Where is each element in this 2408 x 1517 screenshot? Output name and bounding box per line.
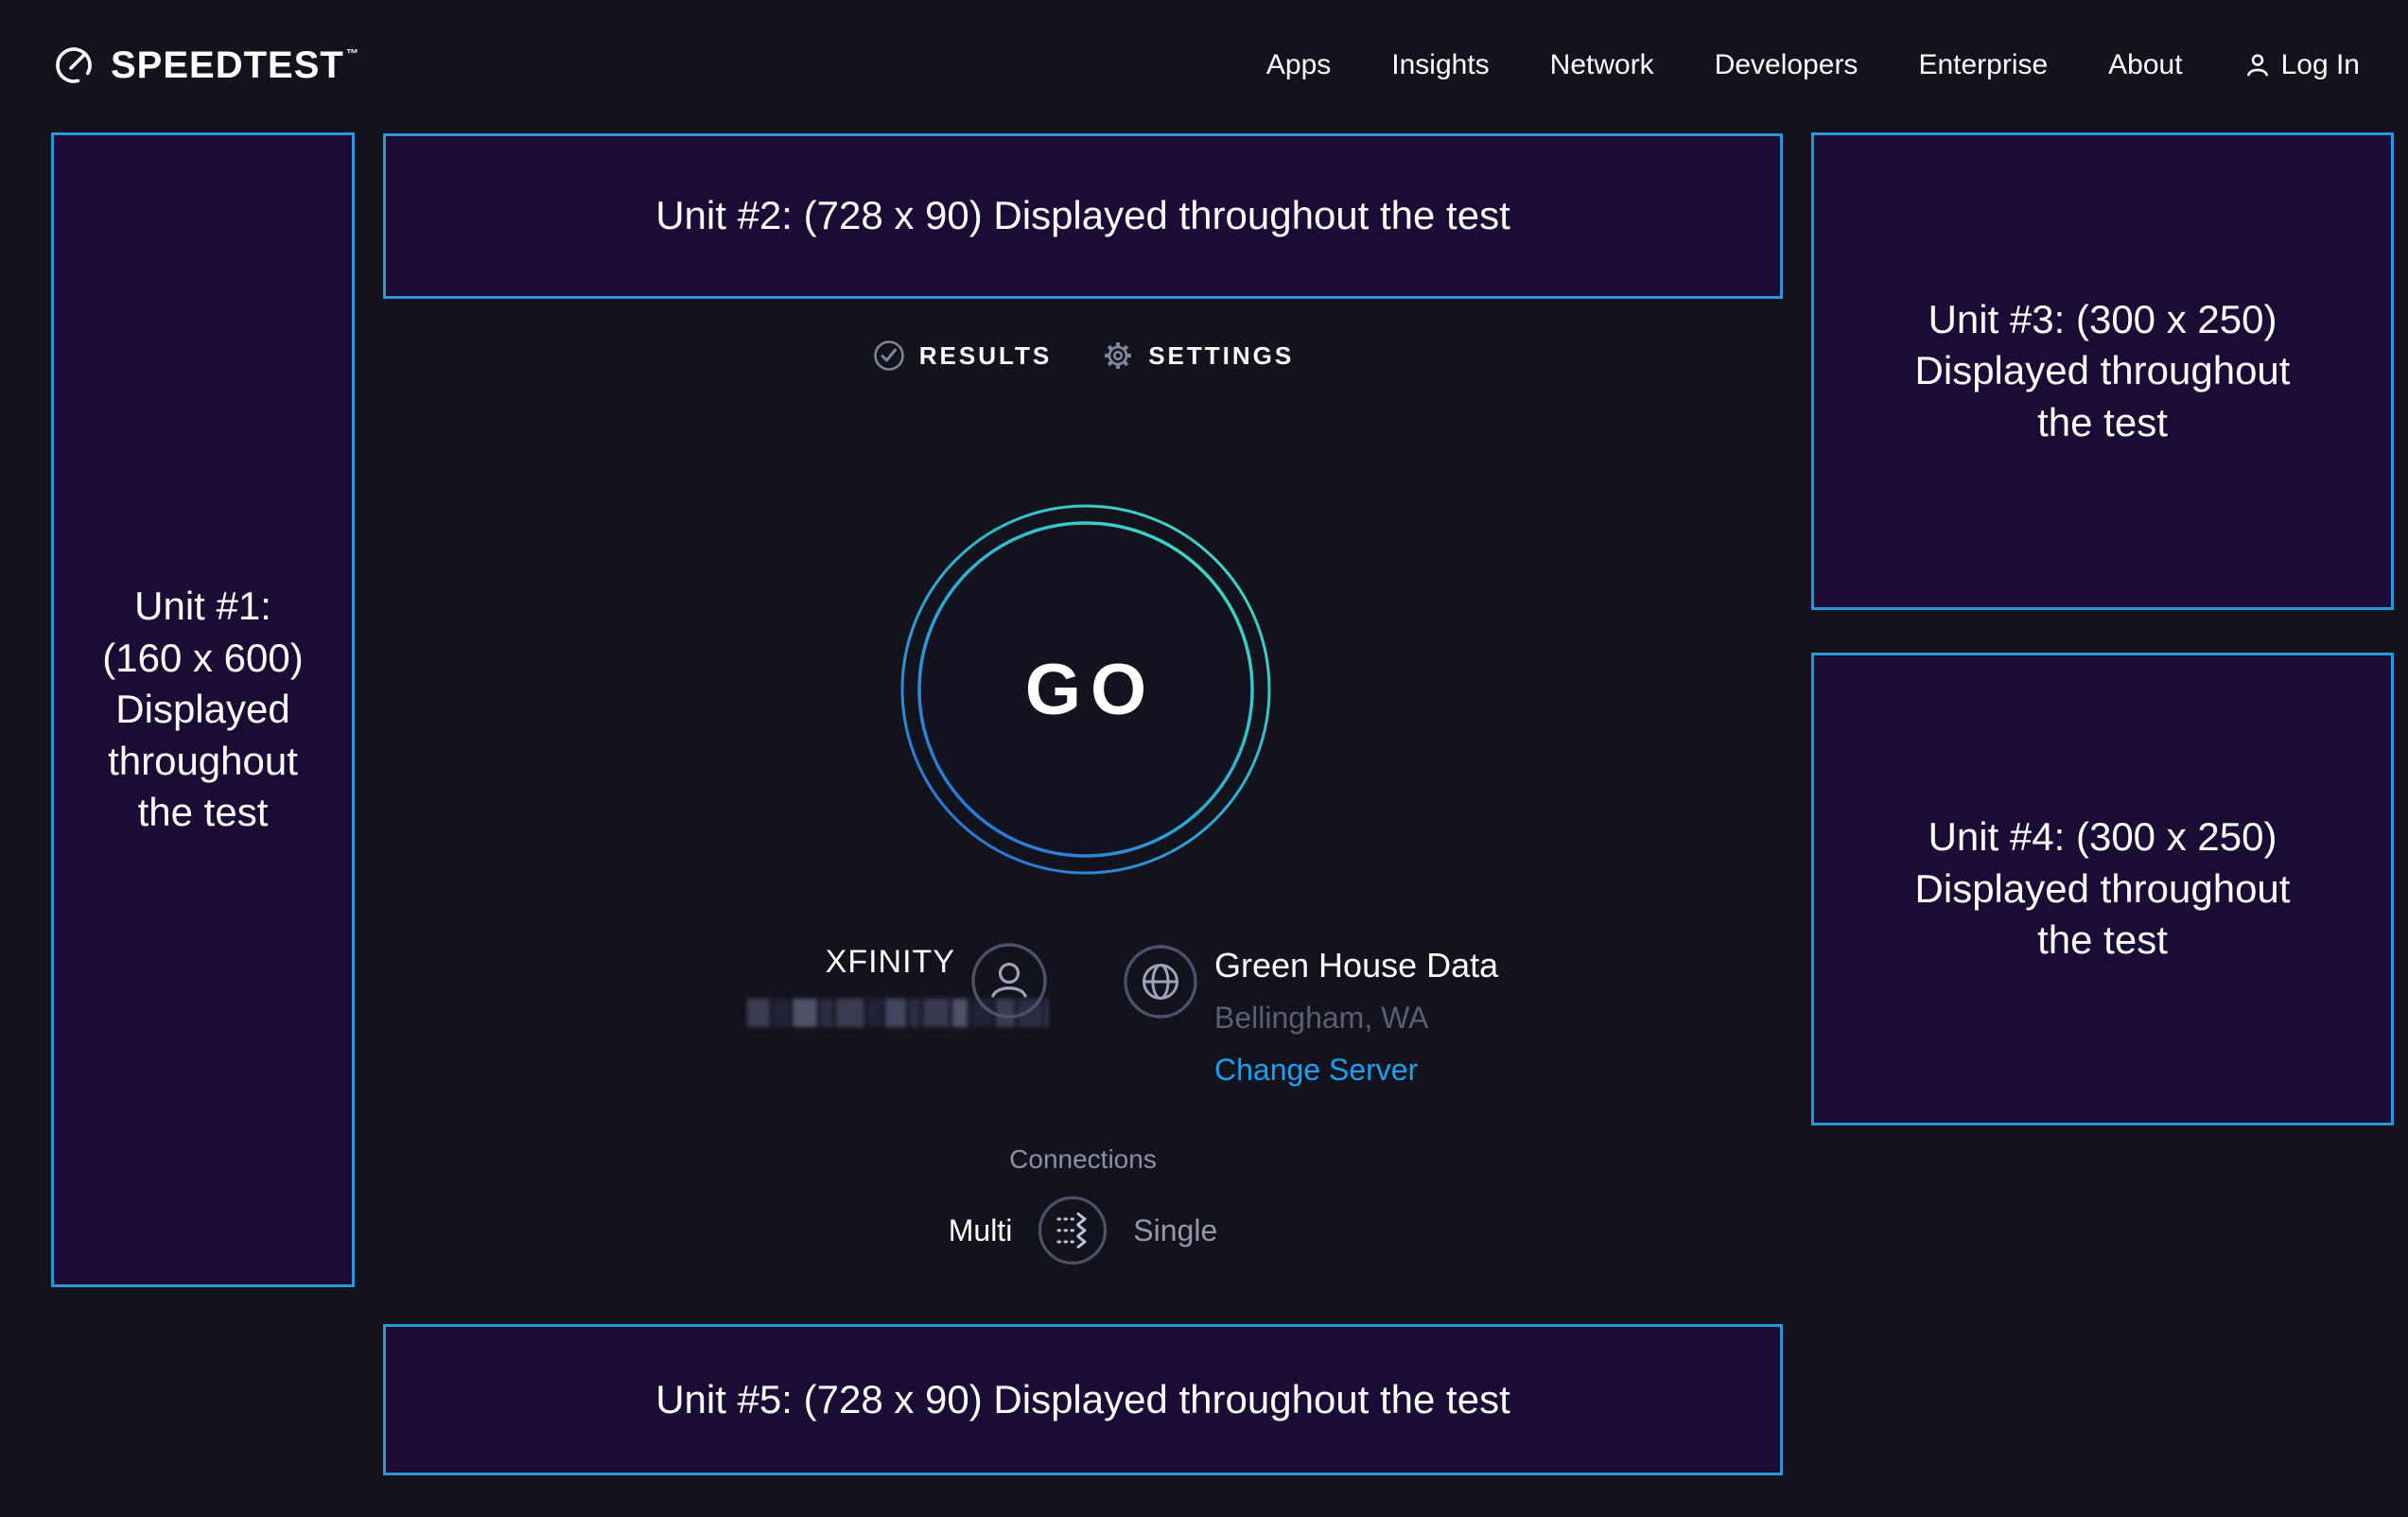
ad-text-line: the test [138, 787, 269, 839]
person-icon [2243, 51, 2272, 79]
ad-text-line: Unit #1: [134, 581, 271, 633]
server-info: Green House Data Bellingham, WA Change S… [1214, 946, 1498, 1088]
server-name: Green House Data [1214, 946, 1498, 985]
ad-text: Unit #5: (728 x 90) Displayed throughout… [655, 1374, 1510, 1426]
ad-text-line: Displayed [115, 684, 289, 736]
ad-unit-5-banner[interactable]: Unit #5: (728 x 90) Displayed throughout… [383, 1324, 1783, 1475]
connections-multi-option[interactable]: Multi [949, 1213, 1013, 1248]
speedtest-logo[interactable]: SPEEDTEST™ [52, 44, 358, 87]
logo-text: SPEEDTEST™ [111, 44, 358, 87]
ad-text-line: Unit #4: (300 x 250) [1928, 811, 2277, 863]
connections-label: Connections [383, 1144, 1783, 1175]
ad-text-line: Unit #3: (300 x 250) [1928, 294, 2277, 346]
login-button[interactable]: Log In [2243, 49, 2360, 81]
tab-results-label: RESULTS [919, 341, 1052, 371]
speedtest-page: SPEEDTEST™ Apps Insights Network Develop… [0, 0, 2408, 1517]
connections-toggle-row: Multi Single [383, 1194, 1783, 1267]
nav-item-network[interactable]: Network [1550, 49, 1654, 81]
nav-links: Apps Insights Network Developers Enterpr… [1266, 49, 2360, 81]
tab-results[interactable]: RESULTS [872, 339, 1052, 373]
globe-circle-icon [1123, 944, 1198, 1020]
ad-text-line: (160 x 600) [102, 633, 303, 685]
tab-settings[interactable]: SETTINGS [1101, 339, 1294, 373]
nav-item-developers[interactable]: Developers [1715, 49, 1858, 81]
person-circle-icon [970, 942, 1048, 1020]
isp-name: XFINITY [662, 944, 955, 981]
ad-text-line: Displayed throughout [1915, 863, 2291, 915]
multi-arrows-circle-icon[interactable] [1037, 1194, 1108, 1266]
nav-item-about[interactable]: About [2108, 49, 2182, 81]
ad-unit-2-banner[interactable]: Unit #2: (728 x 90) Displayed throughout… [383, 133, 1783, 299]
go-label: GO [899, 502, 1273, 877]
go-button[interactable]: GO [899, 502, 1273, 877]
nav-item-apps[interactable]: Apps [1266, 49, 1331, 81]
change-server-link[interactable]: Change Server [1214, 1053, 1498, 1088]
ad-unit-4-rectangle[interactable]: Unit #4: (300 x 250) Displayed throughou… [1811, 653, 2394, 1125]
ad-unit-3-rectangle[interactable]: Unit #3: (300 x 250) Displayed throughou… [1811, 132, 2394, 610]
ad-text-line: the test [2037, 915, 2168, 967]
nav-item-insights[interactable]: Insights [1391, 49, 1489, 81]
speedtest-gauge-icon [52, 44, 96, 87]
check-circle-icon [872, 339, 906, 373]
ad-unit-1-skyscraper[interactable]: Unit #1: (160 x 600) Displayed throughou… [51, 132, 355, 1287]
ad-text-line: the test [2037, 397, 2168, 449]
gear-icon [1101, 339, 1135, 373]
ad-text-line: Displayed throughout [1915, 345, 2291, 397]
tab-settings-label: SETTINGS [1148, 341, 1294, 371]
server-icon [1123, 944, 1198, 1024]
host-icon [970, 942, 1048, 1024]
top-nav: SPEEDTEST™ Apps Insights Network Develop… [0, 0, 2408, 131]
nav-item-enterprise[interactable]: Enterprise [1918, 49, 2048, 81]
tab-bar: RESULTS [383, 339, 1783, 373]
login-label: Log In [2281, 49, 2360, 81]
connections-single-option[interactable]: Single [1133, 1213, 1217, 1248]
server-location: Bellingham, WA [1214, 1001, 1498, 1036]
ad-text: Unit #2: (728 x 90) Displayed throughout… [655, 190, 1510, 242]
ad-text-line: throughout [108, 736, 298, 788]
trademark-mark: ™ [346, 46, 359, 61]
